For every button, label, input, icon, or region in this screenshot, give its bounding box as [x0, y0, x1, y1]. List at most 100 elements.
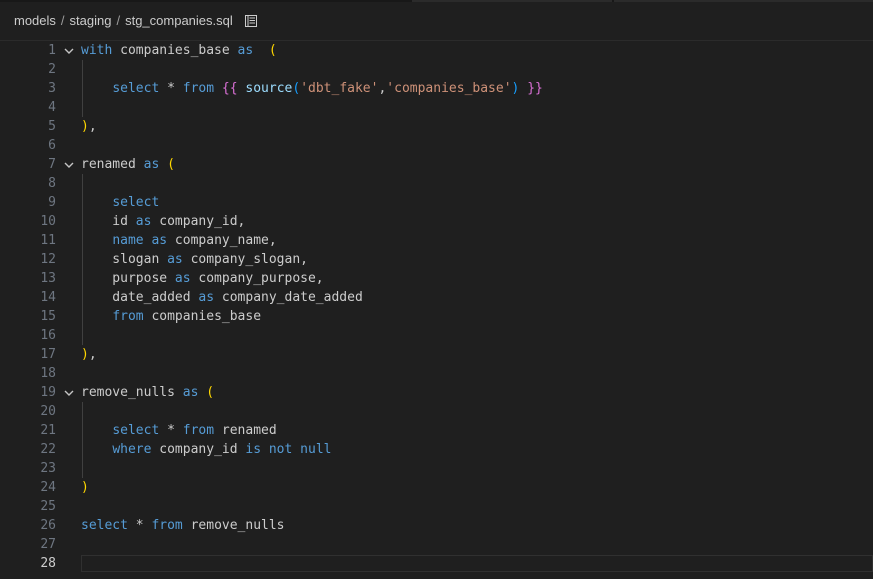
- code-text: select * from renamed: [81, 421, 276, 440]
- code-token: from: [182, 81, 215, 96]
- code-line[interactable]: 15 from companies_base: [0, 307, 873, 326]
- code-token: select: [112, 423, 160, 438]
- code-line[interactable]: 12 slogan as company_slogan,: [0, 250, 873, 269]
- chevron-down-icon[interactable]: [62, 383, 76, 402]
- code-text: ),: [81, 345, 97, 364]
- code-token: (: [292, 81, 301, 96]
- outline-list-icon[interactable]: [243, 13, 259, 29]
- code-text: name as company_name,: [81, 231, 276, 250]
- code-line[interactable]: 4: [0, 98, 873, 117]
- code-line[interactable]: 27: [0, 535, 873, 554]
- code-line[interactable]: 23: [0, 459, 873, 478]
- code-line[interactable]: 22 where company_id is not null: [0, 440, 873, 459]
- code-text: ),: [81, 117, 97, 136]
- line-number: 5: [48, 119, 56, 134]
- code-token: *: [127, 518, 152, 533]
- code-token: {{: [221, 81, 238, 96]
- line-number: 20: [40, 404, 56, 419]
- code-token: slogan: [81, 252, 168, 267]
- code-token: (: [167, 157, 175, 172]
- code-text: date_added as company_date_added: [81, 288, 362, 307]
- code-line[interactable]: 7 renamed as (: [0, 155, 873, 174]
- breadcrumb-item-staging[interactable]: staging: [70, 13, 112, 28]
- breadcrumb: models / staging / stg_companies.sql: [0, 2, 873, 39]
- code-token: *: [159, 423, 183, 438]
- code-line[interactable]: 2: [0, 60, 873, 79]
- line-number: 19: [40, 385, 56, 400]
- code-token: as: [135, 214, 152, 229]
- code-token: name: [112, 233, 144, 248]
- code-token: as: [174, 271, 191, 286]
- line-number: 28: [40, 556, 56, 571]
- line-number: 12: [40, 252, 56, 267]
- code-token: select: [81, 518, 128, 533]
- code-line[interactable]: 20: [0, 402, 873, 421]
- code-line[interactable]: 16: [0, 326, 873, 345]
- code-line[interactable]: 26 select * from remove_nulls: [0, 516, 873, 535]
- line-number: 16: [40, 328, 56, 343]
- line-number: 21: [40, 423, 56, 438]
- line-number: 24: [40, 480, 56, 495]
- line-number: 4: [48, 100, 56, 115]
- chevron-down-icon[interactable]: [62, 155, 76, 174]
- code-editor[interactable]: 1 with companies_base as (2 3 select * fro…: [0, 41, 873, 579]
- code-token: from: [112, 309, 144, 324]
- code-token: company_id: [151, 442, 246, 457]
- line-number: 25: [40, 499, 56, 514]
- code-line[interactable]: 10 id as company_id,: [0, 212, 873, 231]
- code-token: company_slogan,: [182, 252, 308, 267]
- line-number: 1: [48, 43, 56, 58]
- code-text: select * from remove_nulls: [81, 516, 285, 535]
- code-token: from: [151, 518, 183, 533]
- code-line[interactable]: 25: [0, 497, 873, 516]
- breadcrumb-item-file[interactable]: stg_companies.sql: [125, 13, 233, 28]
- code-line[interactable]: 19 remove_nulls as (: [0, 383, 873, 402]
- code-line[interactable]: 8: [0, 174, 873, 193]
- line-number: 18: [40, 366, 56, 381]
- code-line[interactable]: 5),: [0, 117, 873, 136]
- code-line[interactable]: 17),: [0, 345, 873, 364]
- line-number: 9: [48, 195, 56, 210]
- code-token: remove_nulls: [81, 385, 183, 400]
- code-token: as: [182, 385, 199, 400]
- code-token: purpose: [81, 271, 175, 286]
- code-token: as: [198, 290, 215, 305]
- code-line[interactable]: 9 select: [0, 193, 873, 212]
- chevron-down-icon[interactable]: [62, 41, 76, 60]
- code-token: as: [151, 233, 168, 248]
- code-token: companies_base: [143, 309, 262, 324]
- code-line[interactable]: 14 date_added as company_date_added: [0, 288, 873, 307]
- line-number: 23: [40, 461, 56, 476]
- code-token: as: [143, 157, 160, 172]
- line-number: 14: [40, 290, 56, 305]
- code-line[interactable]: 3 select * from {{ source('dbt_fake','co…: [0, 79, 873, 98]
- line-number: 3: [48, 81, 56, 96]
- line-number: 11: [40, 233, 56, 248]
- code-token: not: [268, 442, 293, 457]
- line-number: 26: [40, 518, 56, 533]
- code-line[interactable]: 11 name as company_name,: [0, 231, 873, 250]
- code-line[interactable]: 18: [0, 364, 873, 383]
- breadcrumb-separator: /: [60, 13, 65, 28]
- breadcrumb-item-models[interactable]: models: [14, 13, 56, 28]
- code-line[interactable]: 21 select * from renamed: [0, 421, 873, 440]
- code-token: as: [237, 43, 254, 58]
- code-line[interactable]: 13 purpose as company_purpose,: [0, 269, 873, 288]
- code-text: slogan as company_slogan,: [81, 250, 308, 269]
- code-token: is: [245, 442, 262, 457]
- code-line[interactable]: 6: [0, 136, 873, 155]
- code-text: select: [81, 193, 159, 212]
- code-token: ,: [88, 119, 97, 134]
- code-line[interactable]: 28: [0, 554, 873, 573]
- code-line[interactable]: 1 with companies_base as (: [0, 41, 873, 60]
- line-number: 13: [40, 271, 56, 286]
- code-line[interactable]: 24): [0, 478, 873, 497]
